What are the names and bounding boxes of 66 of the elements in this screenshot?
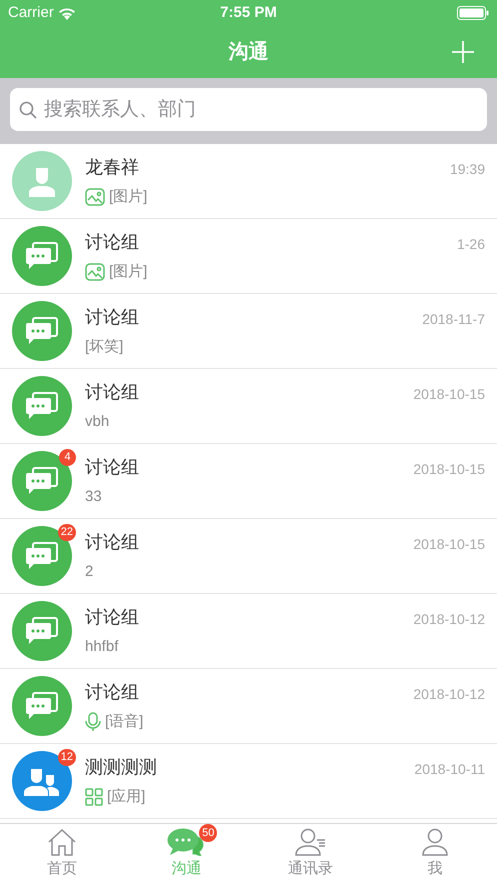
message-time: 2018-11-7	[422, 310, 485, 329]
person-icon	[420, 828, 449, 856]
conversation-row[interactable]: 讨论组 1-26 [图片]	[0, 219, 497, 294]
conversation-row[interactable]: 讨论组 2018-11-7 [坏笑]	[0, 294, 497, 369]
message-preview: [图片]	[109, 262, 148, 282]
unread-badge: 22	[58, 524, 76, 541]
contact-name: 测测测测	[85, 756, 157, 778]
message-preview: [坏笑]	[85, 336, 124, 357]
contact-name: 讨论组	[85, 531, 139, 553]
message-time: 2018-10-15	[413, 385, 485, 404]
conversation-row[interactable]: 4 讨论组 2018-10-15 33	[0, 444, 497, 519]
unread-badge: 4	[59, 449, 76, 466]
unread-badge: 50	[199, 824, 218, 842]
conversation-row[interactable]: 龙春祥 19:39 [图片]	[0, 144, 497, 219]
conversation-row[interactable]: 讨论组 2018-10-15 vbh	[0, 369, 497, 444]
battery-icon	[456, 6, 489, 20]
chat-bubbles-icon	[25, 241, 59, 271]
contact-name: 龙春祥	[85, 156, 139, 178]
contacts-icon	[294, 828, 327, 856]
nav-title: 沟通	[228, 40, 268, 65]
contact-name: 讨论组	[85, 231, 139, 253]
contact-name: 讨论组	[85, 456, 139, 478]
image-icon	[85, 263, 105, 281]
image-icon	[85, 188, 105, 206]
message-preview: vbh	[85, 412, 110, 432]
conversation-row[interactable]: 22 讨论组 2018-10-15 2	[0, 519, 497, 594]
contact-name: 讨论组	[85, 381, 139, 403]
message-preview: 2	[85, 562, 94, 582]
message-time: 2018-10-15	[413, 535, 485, 554]
chat-bubbles-icon	[25, 616, 59, 646]
conversation-row[interactable]: 讨论组 2018-10-12 hhfbf	[0, 594, 497, 669]
microphone-icon	[85, 712, 101, 732]
message-preview: [语音]	[105, 712, 144, 732]
search-field[interactable]: 搜索联系人、部门	[10, 88, 487, 131]
carrier-label: Carrier	[8, 2, 54, 23]
contact-name: 讨论组	[85, 681, 139, 703]
message-preview: 33	[85, 486, 102, 507]
search-icon	[19, 101, 37, 119]
add-button[interactable]	[451, 40, 475, 64]
people-icon	[24, 766, 60, 796]
chat-bubbles-icon	[25, 691, 59, 721]
contact-name: 讨论组	[85, 606, 139, 628]
message-time: 19:39	[450, 160, 485, 179]
contact-name: 讨论组	[85, 306, 139, 328]
grid-icon	[85, 788, 103, 806]
home-icon	[47, 828, 78, 856]
message-time: 2018-10-12	[413, 610, 485, 629]
message-time: 2018-10-12	[413, 685, 485, 704]
chat-bubbles-icon	[25, 391, 59, 421]
chat-bubbles-icon	[25, 541, 59, 571]
unread-badge: 12	[58, 749, 76, 766]
conversation-row[interactable]: 讨论组 2018-10-12 [语音]	[0, 669, 497, 744]
message-preview: [应用]	[107, 786, 146, 807]
person-icon	[27, 165, 57, 197]
clock-label: 7:55 PM	[220, 2, 277, 23]
message-preview: [图片]	[109, 186, 148, 207]
message-time: 2018-10-15	[413, 460, 485, 479]
wifi-icon	[58, 6, 76, 20]
chat-bubbles-icon	[25, 466, 59, 496]
chat-bubbles-icon	[25, 316, 59, 346]
message-preview: hhfbf	[85, 636, 118, 657]
conversation-row[interactable]: 12 测测测测 2018-10-11 [应用]	[0, 744, 497, 819]
tab-item[interactable]: 50 沟通	[124, 824, 248, 883]
message-time: 1-26	[456, 235, 485, 254]
plus-icon	[451, 40, 475, 64]
message-time: 2018-10-11	[414, 760, 485, 779]
